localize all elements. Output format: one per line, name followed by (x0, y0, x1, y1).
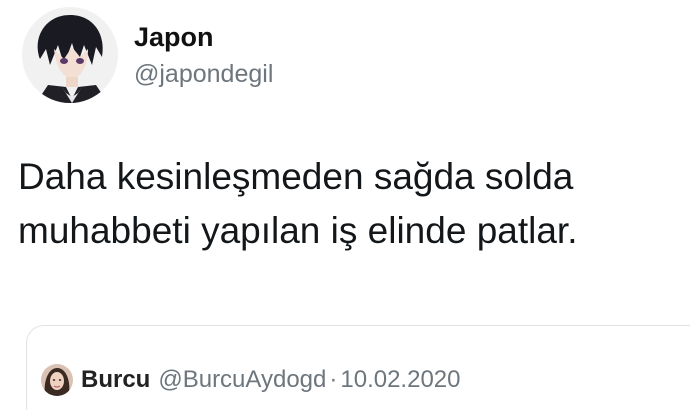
author-names: Japon @japondegil (134, 20, 273, 90)
quoted-tweet[interactable]: Burcu @BurcuAydogd · 10.02.2020 (26, 325, 690, 410)
anime-avatar-icon[interactable] (22, 7, 118, 103)
separator-dot: · (329, 366, 338, 393)
tweet-header: Japon @japondegil (22, 0, 273, 110)
quoted-date[interactable]: 10.02.2020 (340, 366, 460, 394)
author-handle[interactable]: @japondegil (134, 58, 273, 90)
author-display-name[interactable]: Japon (134, 20, 273, 54)
tweet-text-line-1: Daha kesinleşmeden sağda solda (18, 156, 574, 197)
user-avatar-icon (41, 364, 73, 396)
quoted-tweet-header: Burcu @BurcuAydogd · 10.02.2020 (41, 364, 461, 396)
tweet-text-line-2: muhabbeti yapılan iş elinde patlar. (18, 210, 578, 251)
quoted-author-name[interactable]: Burcu (81, 366, 150, 394)
tweet-text: Daha kesinleşmeden sağda solda muhabbeti… (18, 150, 678, 258)
tweet-card: Japon @japondegil Daha kesinleşmeden sağ… (0, 0, 690, 410)
quoted-author-handle[interactable]: @BurcuAydogd (158, 366, 326, 394)
